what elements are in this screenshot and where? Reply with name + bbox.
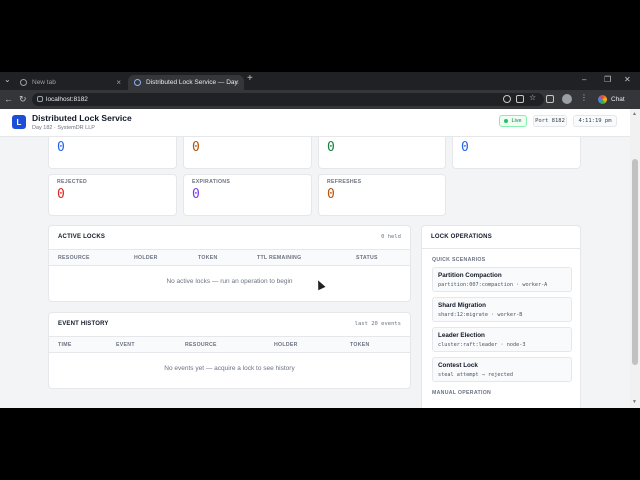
stat-value: 0 bbox=[192, 187, 200, 202]
scenario-title: Contest Lock bbox=[438, 362, 478, 369]
tab-title: Distributed Lock Service — Day 1£ bbox=[146, 79, 238, 86]
stat-value: 0 bbox=[461, 140, 469, 155]
column-header[interactable]: RESOURCE bbox=[58, 255, 90, 261]
site-info-icon[interactable] bbox=[37, 96, 43, 102]
new-tab-icon[interactable]: + bbox=[247, 73, 253, 84]
section-title: LOCK OPERATIONS bbox=[431, 234, 492, 240]
zoom-icon[interactable] bbox=[503, 95, 511, 103]
tab-new-tab[interactable]: New tab × bbox=[14, 75, 126, 90]
empty-state: No active locks — run an operation to be… bbox=[166, 278, 293, 285]
scenario-title: Leader Election bbox=[438, 332, 485, 339]
empty-state: No events yet — acquire a lock to see hi… bbox=[164, 365, 295, 372]
tab-title: New tab bbox=[32, 79, 56, 86]
scenario-title: Partition Compaction bbox=[438, 272, 502, 279]
page-title: Distributed Lock Service bbox=[32, 113, 132, 123]
section-meta: 0 held bbox=[381, 234, 401, 240]
live-status-badge: Live bbox=[499, 115, 527, 127]
scenario-leader-election[interactable]: Leader Election cluster:raft:leader · no… bbox=[432, 327, 572, 352]
scrollbar-thumb[interactable] bbox=[632, 159, 638, 365]
scenario-subtitle: steal attempt → rejected bbox=[438, 372, 513, 378]
section-meta: last 20 events bbox=[354, 321, 401, 327]
stat-value: 0 bbox=[327, 140, 335, 155]
tab-search-icon[interactable]: ⌄ bbox=[4, 75, 11, 84]
stat-value: 0 bbox=[57, 187, 65, 202]
manual-operation-label: MANUAL OPERATION bbox=[432, 390, 492, 396]
tab-lock-service[interactable]: Distributed Lock Service — Day 1£ × bbox=[128, 75, 244, 90]
stat-expirations: EXPIRATIONS 0 bbox=[183, 174, 312, 216]
page-subtitle: Day 182 · SystemDR LLP bbox=[32, 125, 95, 131]
scenario-title: Shard Migration bbox=[438, 302, 486, 309]
globe-icon bbox=[20, 79, 27, 86]
app-header: L Distributed Lock Service Day 182 · Sys… bbox=[0, 109, 630, 137]
reload-icon[interactable]: ↻ bbox=[19, 94, 27, 105]
chat-logo-icon bbox=[598, 95, 607, 104]
site-icon bbox=[134, 79, 141, 86]
quick-scenarios-label: QUICK SCENARIOS bbox=[432, 257, 486, 263]
close-tab-icon[interactable]: × bbox=[116, 78, 121, 87]
page: ACTIVE LOCKS 0 FENCING TOKEN 0 ACQUIRES … bbox=[0, 109, 630, 408]
scroll-up-icon[interactable]: ▲ bbox=[632, 111, 637, 117]
profile-avatar[interactable] bbox=[562, 94, 572, 104]
url-text: localhost:8182 bbox=[46, 96, 88, 103]
browser-window: ⌄ New tab × Distributed Lock Service — D… bbox=[0, 72, 640, 408]
page-scrollbar[interactable]: ▲ ▼ bbox=[630, 109, 640, 408]
scenario-shard-migration[interactable]: Shard Migration shard:12:migrate · worke… bbox=[432, 297, 572, 322]
app-logo: L bbox=[12, 115, 26, 129]
scenario-partition-compaction[interactable]: Partition Compaction partition:007:compa… bbox=[432, 267, 572, 292]
section-title: ACTIVE LOCKS bbox=[58, 234, 106, 240]
column-header[interactable]: EVENT bbox=[116, 342, 135, 348]
scenario-subtitle: partition:007:compaction · worker-A bbox=[438, 282, 548, 288]
clock-badge: 4:11:19 pm bbox=[573, 115, 617, 127]
column-header[interactable]: RESOURCE bbox=[185, 342, 217, 348]
back-icon[interactable]: ← bbox=[4, 94, 13, 104]
close-tab-icon[interactable]: × bbox=[234, 78, 239, 87]
close-window-icon[interactable]: ✕ bbox=[624, 75, 631, 84]
live-label: Live bbox=[511, 118, 522, 124]
extensions-icon[interactable] bbox=[546, 95, 554, 103]
column-header[interactable]: TIME bbox=[58, 342, 72, 348]
column-header[interactable]: HOLDER bbox=[274, 342, 298, 348]
stat-label: REJECTED bbox=[57, 179, 88, 185]
chat-button[interactable]: Chat bbox=[594, 93, 629, 106]
stat-label: EXPIRATIONS bbox=[192, 179, 231, 185]
column-header[interactable]: HOLDER bbox=[134, 255, 158, 261]
stat-value: 0 bbox=[57, 140, 65, 155]
stat-refreshes: REFRESHES 0 bbox=[318, 174, 446, 216]
column-header[interactable]: TOKEN bbox=[350, 342, 370, 348]
scroll-down-icon[interactable]: ▼ bbox=[632, 399, 637, 405]
reader-icon[interactable] bbox=[516, 95, 524, 103]
port-badge: Port 8182 bbox=[533, 115, 567, 127]
address-bar[interactable]: localhost:8182 bbox=[32, 93, 544, 106]
column-header[interactable]: TTL REMAINING bbox=[257, 255, 301, 261]
chat-label: Chat bbox=[611, 96, 625, 103]
active-locks-panel: ACTIVE LOCKS 0 held RESOURCE HOLDER TOKE… bbox=[48, 225, 411, 302]
divider bbox=[422, 248, 580, 249]
scenario-subtitle: cluster:raft:leader · node-3 bbox=[438, 342, 526, 348]
browser-toolbar: ← ↻ localhost:8182 ☆ ⋮ Chat bbox=[0, 90, 640, 109]
live-dot-icon bbox=[504, 119, 509, 123]
maximize-icon[interactable]: ❐ bbox=[604, 75, 611, 84]
stat-label: REFRESHES bbox=[327, 179, 362, 185]
star-icon[interactable]: ☆ bbox=[529, 93, 537, 102]
tab-strip: ⌄ New tab × Distributed Lock Service — D… bbox=[0, 72, 640, 90]
scenario-contest-lock[interactable]: Contest Lock steal attempt → rejected bbox=[432, 357, 572, 382]
event-history-panel: EVENT HISTORY last 20 events TIME EVENT … bbox=[48, 312, 411, 389]
menu-icon[interactable]: ⋮ bbox=[580, 93, 588, 102]
table-header: RESOURCE HOLDER TOKEN TTL REMAINING STAT… bbox=[49, 249, 410, 266]
stat-value: 0 bbox=[192, 140, 200, 155]
stat-rejected: REJECTED 0 bbox=[48, 174, 177, 216]
minimize-icon[interactable]: – bbox=[582, 75, 586, 84]
lock-operations-panel: LOCK OPERATIONS QUICK SCENARIOS Partitio… bbox=[421, 225, 581, 408]
column-header[interactable]: STATUS bbox=[356, 255, 378, 261]
column-header[interactable]: TOKEN bbox=[198, 255, 218, 261]
stat-value: 0 bbox=[327, 187, 335, 202]
table-header: TIME EVENT RESOURCE HOLDER TOKEN bbox=[49, 336, 410, 353]
scenario-subtitle: shard:12:migrate · worker-B bbox=[438, 312, 523, 318]
section-title: EVENT HISTORY bbox=[58, 321, 109, 327]
